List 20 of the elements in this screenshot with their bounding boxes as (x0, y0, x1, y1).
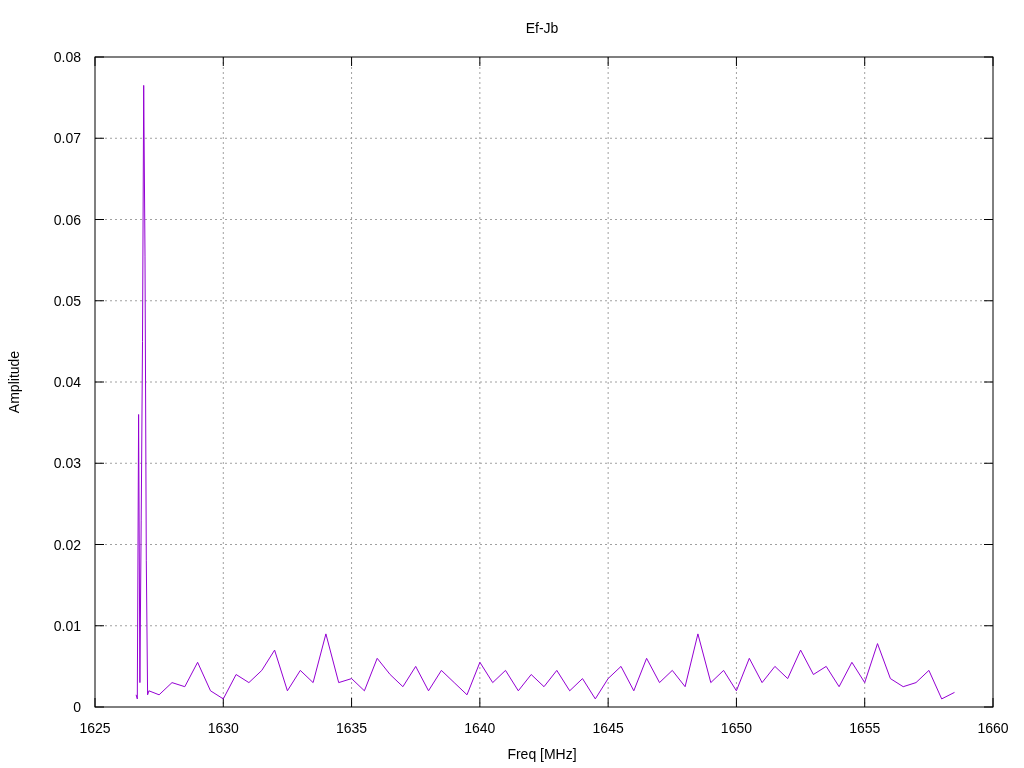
y-axis-label: Amplitude (6, 350, 22, 414)
chart-title: Ef-Jb (525, 20, 559, 36)
tick-label: 0.01 (53, 617, 81, 634)
tick-label: 0.07 (53, 130, 81, 147)
tick-label: 1630 (207, 720, 239, 736)
tick-label: 0.03 (53, 455, 81, 472)
tick-label: 1625 (79, 720, 111, 736)
tick-label: 0.02 (53, 536, 81, 553)
tick-label: 0 (73, 699, 81, 715)
tick-label: 0.08 (53, 49, 81, 65)
tick-label: 0.06 (53, 211, 81, 228)
tick-label: 1640 (464, 720, 496, 736)
tick-label: 1645 (592, 720, 624, 736)
x-axis-label: Freq [MHz] (507, 746, 577, 762)
tick-label: 1650 (720, 720, 752, 736)
tick-label: 1635 (336, 720, 368, 736)
tick-label: 1655 (849, 720, 881, 736)
tick-label: 0.04 (53, 374, 81, 390)
tick-label: 0.05 (53, 292, 81, 309)
tick-label: 1660 (977, 720, 1009, 736)
